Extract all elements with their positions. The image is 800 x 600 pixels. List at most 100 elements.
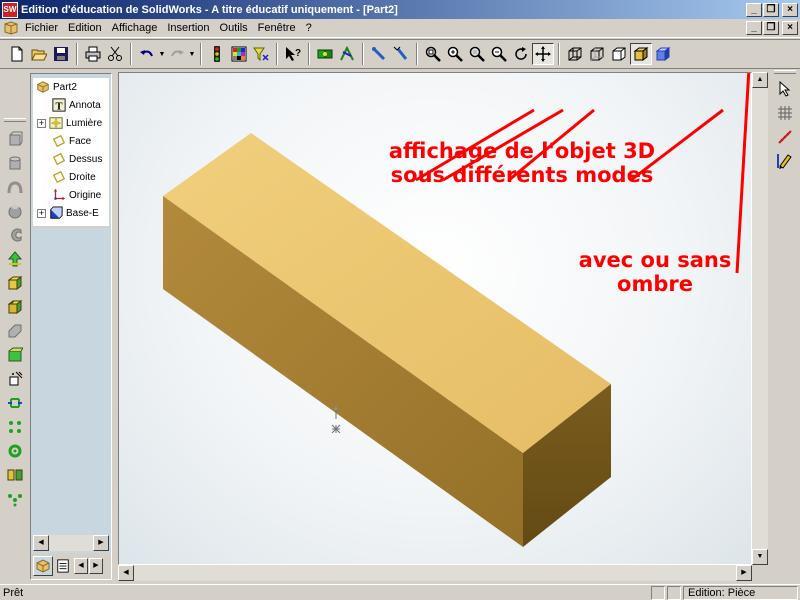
- tree-item-label: Origine: [69, 189, 102, 201]
- toolbar-separator: [200, 43, 202, 65]
- draft-button[interactable]: [4, 368, 26, 390]
- filter-button[interactable]: [250, 43, 272, 65]
- toolbar-grip[interactable]: [774, 70, 796, 74]
- document-menu-icon[interactable]: [3, 21, 19, 35]
- sketch-button[interactable]: [336, 43, 358, 65]
- left-features-toolbar: [0, 70, 30, 585]
- expand-toggle-icon[interactable]: +: [37, 208, 46, 218]
- close-button[interactable]: ×: [782, 2, 798, 17]
- hidden-lines-removed-button[interactable]: [608, 43, 630, 65]
- doc-restore-button[interactable]: ❐: [763, 21, 779, 35]
- zoom-fit-button[interactable]: [422, 43, 444, 65]
- hole-wizard-button[interactable]: [4, 392, 26, 414]
- graphics-area[interactable]: affichage de l'objet 3D sous différents …: [118, 72, 752, 565]
- cut-button[interactable]: [104, 43, 126, 65]
- fillet-button[interactable]: [4, 272, 26, 294]
- rib-button[interactable]: [4, 320, 26, 342]
- circular-pattern-button[interactable]: [4, 440, 26, 462]
- chamfer-button[interactable]: [4, 296, 26, 318]
- tree-item-plane-right[interactable]: Droite: [33, 168, 109, 186]
- minimize-button[interactable]: _: [746, 2, 762, 17]
- grid-button[interactable]: [774, 102, 796, 124]
- redo-dropdown-arrow[interactable]: ▼: [188, 51, 196, 58]
- status-cell: [667, 585, 681, 600]
- select-button[interactable]: [368, 43, 390, 65]
- menu-affichage[interactable]: Affichage: [108, 22, 164, 34]
- scroll-track[interactable]: [752, 88, 768, 549]
- rotate-button[interactable]: [510, 43, 532, 65]
- menu-insertion[interactable]: Insertion: [163, 22, 215, 34]
- tree-item-origin[interactable]: Origine: [33, 186, 109, 204]
- hidden-lines-gray-button[interactable]: [586, 43, 608, 65]
- tree-horizontal-scrollbar[interactable]: ◀ ▶: [33, 535, 109, 551]
- sketch-pencil-button[interactable]: [774, 150, 796, 172]
- undo-button[interactable]: [136, 43, 158, 65]
- redo-button[interactable]: [166, 43, 188, 65]
- tree-item-plane-face[interactable]: Face: [33, 132, 109, 150]
- select-pointer-button[interactable]: [774, 78, 796, 100]
- shadow-button[interactable]: [652, 43, 674, 65]
- scroll-right-arrow-icon[interactable]: ▶: [93, 535, 109, 551]
- menu-help[interactable]: ?: [302, 22, 318, 34]
- solidworks-app-icon[interactable]: SW: [2, 1, 18, 18]
- shell-icon: [8, 347, 23, 362]
- scroll-down-arrow-icon[interactable]: ▼: [752, 549, 768, 565]
- new-button[interactable]: [6, 43, 28, 65]
- tree-item-base-extrude[interactable]: + Base-E: [33, 204, 109, 222]
- tab-property-manager[interactable]: [53, 556, 73, 576]
- tab-feature-manager[interactable]: [33, 556, 53, 576]
- save-button[interactable]: [50, 43, 72, 65]
- curve-pattern-button[interactable]: [4, 488, 26, 510]
- revolve-boss-button[interactable]: [4, 152, 26, 174]
- rebuild-button[interactable]: [314, 43, 336, 65]
- annotation-line: sous différents modes: [390, 163, 654, 187]
- scroll-track[interactable]: [49, 535, 93, 551]
- menu-fichier[interactable]: Fichier: [21, 22, 64, 34]
- linear-pattern-button[interactable]: [4, 416, 26, 438]
- undo-dropdown-arrow[interactable]: ▼: [158, 51, 166, 58]
- tree-item-annotations[interactable]: T Annota: [33, 96, 109, 114]
- tree-item-lights[interactable]: + Lumière: [33, 114, 109, 132]
- doc-minimize-button[interactable]: _: [746, 21, 762, 35]
- extrude-cut-button[interactable]: [4, 224, 26, 246]
- menu-edition[interactable]: Edition: [64, 22, 108, 34]
- viewport-vertical-scrollbar[interactable]: ▲ ▼: [752, 72, 768, 565]
- wireframe-button[interactable]: [564, 43, 586, 65]
- open-button[interactable]: [28, 43, 50, 65]
- zoom-window-button[interactable]: [466, 43, 488, 65]
- tree-root[interactable]: Part2: [33, 78, 109, 96]
- mirror-feature-button[interactable]: [4, 464, 26, 486]
- shaded-button[interactable]: [630, 43, 652, 65]
- whats-this-button[interactable]: ?: [282, 43, 304, 65]
- scroll-right-arrow-icon[interactable]: ▶: [736, 565, 752, 581]
- toolbar-grip[interactable]: [4, 118, 26, 122]
- viewport-horizontal-scrollbar[interactable]: ◀ ▶: [118, 565, 752, 581]
- select-filter-button[interactable]: [390, 43, 412, 65]
- scroll-left-arrow-icon[interactable]: ◀: [33, 535, 49, 551]
- tab-scroll-right-icon[interactable]: ▶: [89, 558, 103, 574]
- shell-button[interactable]: [4, 344, 26, 366]
- zoom-out-button[interactable]: [488, 43, 510, 65]
- revolve-cut-button[interactable]: [4, 248, 26, 270]
- traffic-light-button[interactable]: [206, 43, 228, 65]
- zoom-in-out-button[interactable]: [444, 43, 466, 65]
- sweep-boss-button[interactable]: [4, 176, 26, 198]
- menu-fenetre[interactable]: Fenêtre: [254, 22, 302, 34]
- sketch-dimension-button[interactable]: [774, 126, 796, 148]
- right-sketch-toolbar: [770, 70, 800, 585]
- loft-boss-button[interactable]: [4, 200, 26, 222]
- tab-scroll-left-icon[interactable]: ◀: [74, 558, 88, 574]
- doc-close-button[interactable]: ×: [782, 21, 798, 35]
- scroll-track[interactable]: [134, 565, 736, 581]
- part-icon: [37, 81, 49, 93]
- expand-toggle-icon[interactable]: +: [37, 118, 46, 128]
- scroll-up-arrow-icon[interactable]: ▲: [752, 72, 768, 88]
- restore-button[interactable]: ❐: [763, 2, 779, 17]
- tree-item-plane-top[interactable]: Dessus: [33, 150, 109, 168]
- grid-color-button[interactable]: [228, 43, 250, 65]
- pan-button[interactable]: [532, 43, 554, 65]
- print-button[interactable]: [82, 43, 104, 65]
- extrude-boss-button[interactable]: [4, 128, 26, 150]
- scroll-left-arrow-icon[interactable]: ◀: [118, 565, 134, 581]
- menu-outils[interactable]: Outils: [216, 22, 254, 34]
